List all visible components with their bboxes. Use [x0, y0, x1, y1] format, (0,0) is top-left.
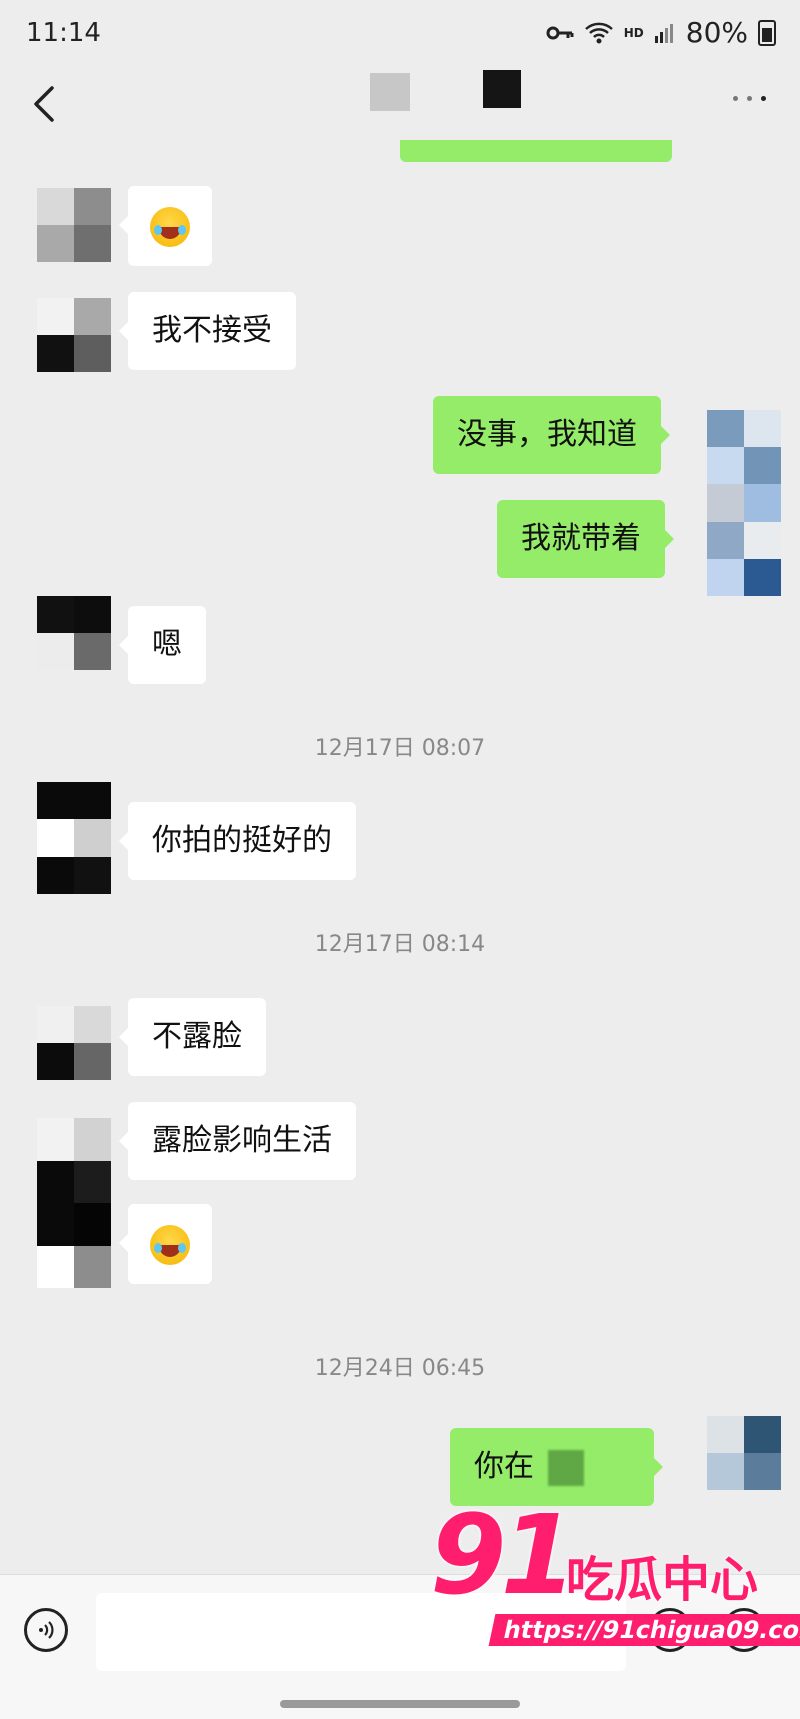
message-bubble-incoming[interactable]: 你拍的挺好的 [119, 802, 356, 880]
signal-icon [654, 23, 673, 43]
watermark-name: 吃瓜中心 [566, 1552, 759, 1608]
laughing-tears-emoji-icon [150, 206, 190, 247]
avatar-contact[interactable] [37, 188, 111, 262]
more-options-button[interactable] [733, 96, 766, 101]
key-icon [546, 26, 574, 39]
message-bubble-incoming[interactable]: 我不接受 [119, 292, 296, 370]
avatar-contact[interactable] [37, 1118, 111, 1288]
message-text: 你在 [474, 1449, 534, 1484]
battery-percent: 80% [685, 16, 748, 49]
battery-icon [758, 19, 776, 46]
network-hd-label: HD [623, 25, 644, 40]
voice-input-button[interactable] [24, 1608, 68, 1652]
avatar-self[interactable] [707, 1416, 781, 1490]
watermark-number: 91 [430, 1491, 577, 1619]
laughing-tears-emoji-icon [150, 1224, 190, 1265]
back-button[interactable] [26, 82, 66, 126]
avatar-contact[interactable] [37, 782, 111, 894]
avatar-contact[interactable] [37, 596, 111, 670]
timestamp: 12月17日 08:14 [314, 932, 486, 957]
timestamp: 12月24日 06:45 [314, 1356, 486, 1381]
redacted-text [548, 1449, 584, 1486]
timestamp: 12月17日 08:07 [314, 736, 486, 761]
message-bubble-outgoing[interactable]: 我就带着 [497, 500, 674, 578]
status-icons: HD 80% [546, 16, 776, 49]
voice-icon [39, 1621, 54, 1639]
home-indicator[interactable] [280, 1700, 520, 1708]
status-time: 11:14 [26, 18, 101, 48]
avatar-contact[interactable] [37, 298, 111, 372]
wifi-icon [584, 22, 613, 43]
message-bubble-incoming[interactable]: 露脸影响生活 [119, 1102, 356, 1180]
message-bubble-outgoing[interactable]: 没事，我知道 [433, 396, 670, 474]
message-bubble-incoming[interactable] [119, 1204, 212, 1284]
message-bubble-incoming[interactable]: 不露脸 [119, 998, 266, 1076]
contact-name-redacted [483, 70, 521, 108]
contact-name-redacted [370, 73, 410, 111]
avatar-contact[interactable] [37, 1006, 111, 1080]
watermark-url: https://91chigua09.com [488, 1614, 800, 1646]
chevron-left-icon [34, 86, 54, 122]
status-bar: 11:14 HD 80% [0, 0, 800, 70]
chat-header [0, 70, 800, 140]
message-bubble-incoming[interactable]: 嗯 [119, 606, 206, 684]
avatar-self[interactable] [707, 410, 781, 596]
message-bubble-outgoing-partial[interactable] [400, 140, 672, 162]
message-bubble-incoming[interactable] [119, 186, 212, 266]
